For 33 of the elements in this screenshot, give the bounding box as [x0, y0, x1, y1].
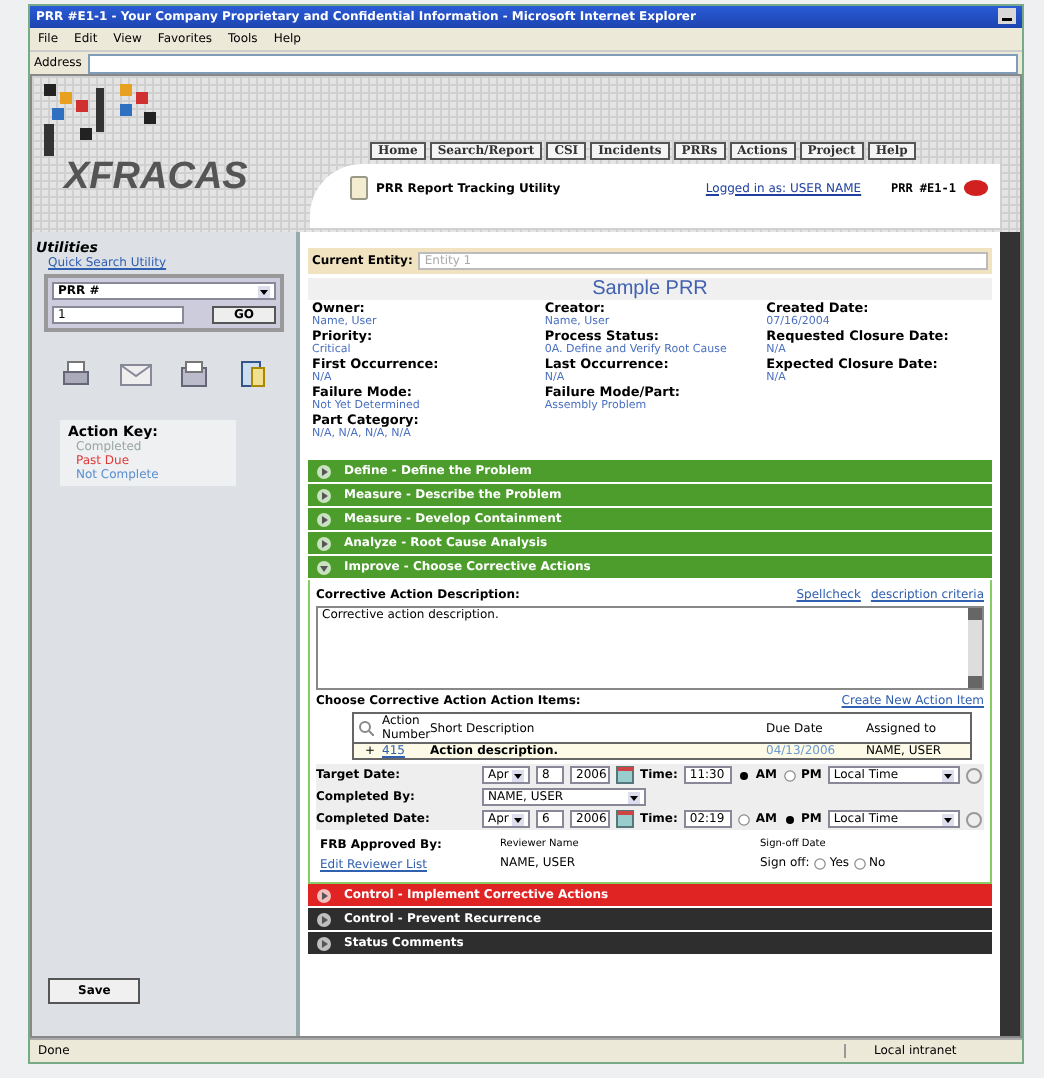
expand-icon	[316, 511, 332, 527]
expand-icon	[316, 535, 332, 551]
radio-button[interactable]	[783, 813, 795, 825]
radio-button[interactable]	[853, 857, 866, 869]
caret-icon[interactable]	[512, 769, 525, 781]
caret-icon[interactable]	[628, 791, 640, 803]
clipboard-icon	[350, 176, 368, 200]
logo-text: XFRACAS	[64, 156, 250, 200]
fax-icon[interactable]	[180, 360, 209, 388]
envelope-icon[interactable]	[119, 362, 152, 386]
status-badge-icon	[964, 180, 988, 196]
radio-button[interactable]	[813, 857, 826, 869]
caret-icon[interactable]	[512, 813, 525, 825]
expand-icon	[316, 887, 332, 903]
calendar-icon[interactable]	[616, 766, 634, 784]
expand-icon	[316, 911, 332, 927]
radio-button[interactable]	[737, 813, 750, 825]
calendar-icon[interactable]	[616, 810, 634, 828]
caret-icon[interactable]	[941, 769, 954, 781]
search-icon[interactable]	[358, 720, 374, 736]
radio-button[interactable]	[737, 769, 750, 781]
document-icon[interactable]	[237, 360, 266, 388]
caret-icon[interactable]	[941, 813, 954, 825]
scrollbar[interactable]	[1000, 232, 1020, 1036]
record-title: Sample PRR	[308, 278, 992, 300]
expand-icon	[316, 487, 332, 503]
caret-icon[interactable]	[258, 285, 270, 297]
expand-icon	[316, 935, 332, 951]
address-field[interactable]	[87, 53, 1018, 73]
expand-icon	[316, 463, 332, 479]
radio-button[interactable]	[783, 769, 795, 781]
expand-icon	[316, 559, 332, 575]
printer-icon[interactable]	[62, 360, 91, 388]
